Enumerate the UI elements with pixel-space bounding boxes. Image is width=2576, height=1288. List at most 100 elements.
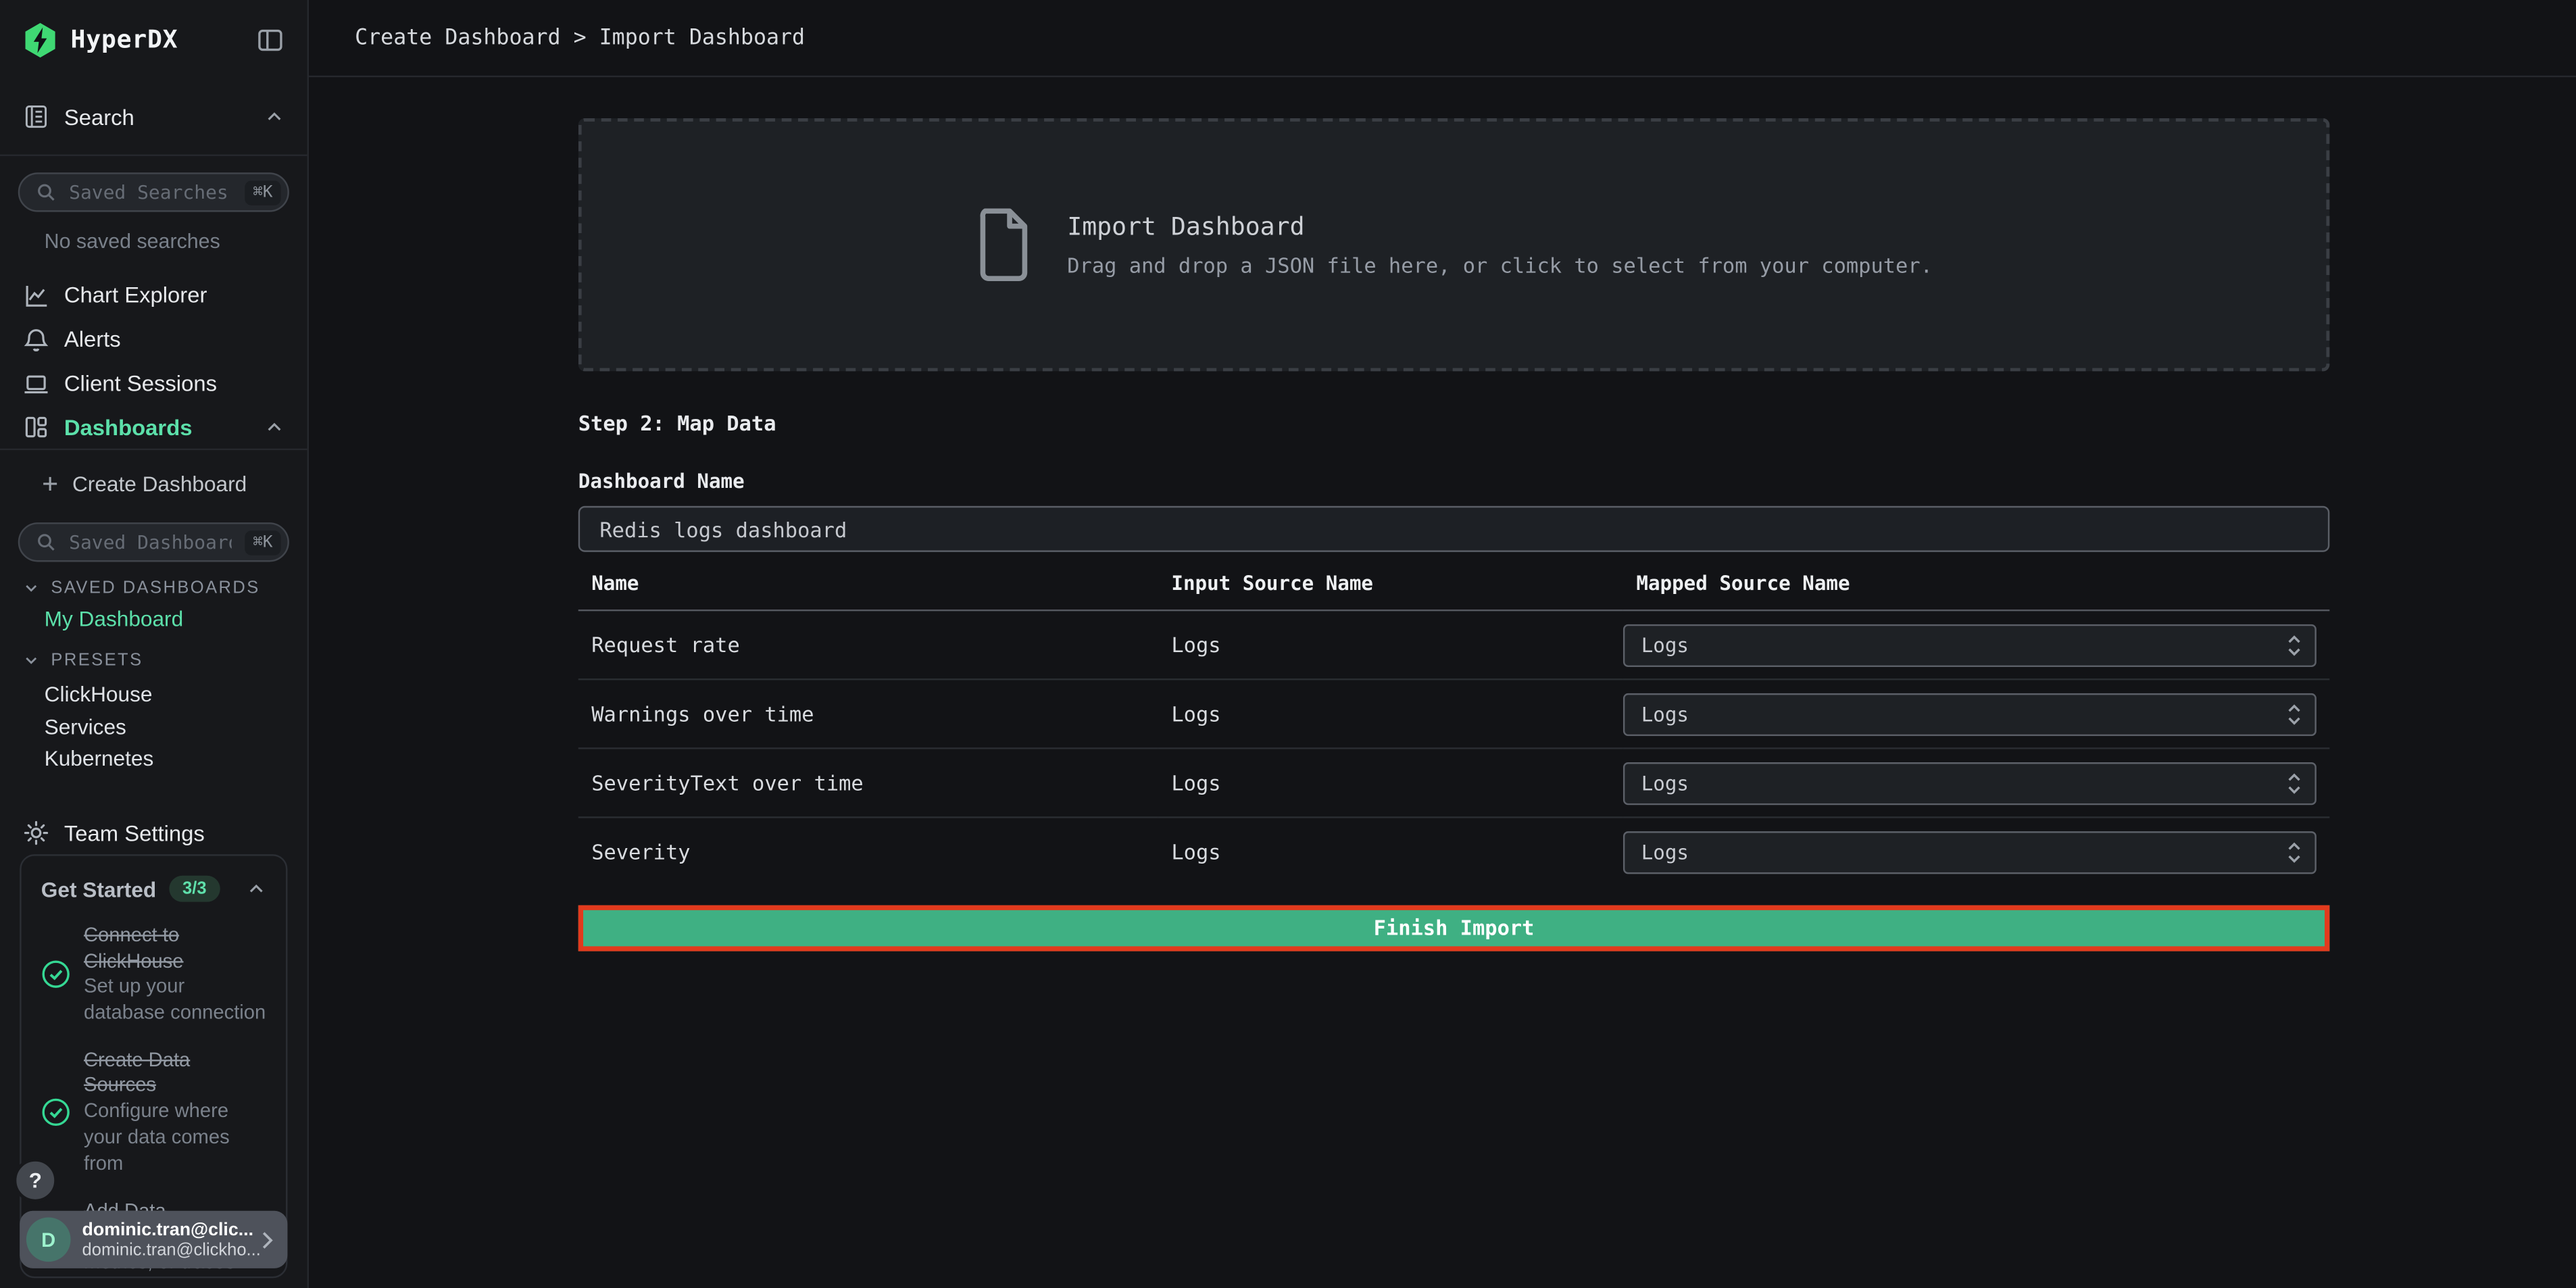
saved-searches-input[interactable]: [66, 179, 234, 205]
cell-name: SeverityText over time: [578, 748, 1158, 817]
sidebar-item-dashboards[interactable]: Dashboards: [0, 405, 307, 450]
sidebar-item-team-settings[interactable]: Team Settings: [0, 811, 307, 856]
sidebar-item-my-dashboard[interactable]: My Dashboard: [0, 601, 307, 635]
sidebar-item-label: Chart Explorer: [64, 282, 284, 307]
chevron-up-icon: [247, 879, 266, 899]
select-stepper-icon: [2287, 633, 2302, 656]
mapped-source-select[interactable]: Logs: [1623, 831, 2317, 874]
import-dashboard-content: Import Dashboard Drag and drop a JSON fi…: [578, 77, 2330, 950]
sidebar-item-label: Client Sessions: [64, 371, 284, 395]
chevron-up-icon: [264, 107, 284, 126]
dashboard-name-input[interactable]: [578, 506, 2330, 552]
chevron-down-icon: [23, 580, 39, 596]
checklist-item: Create Data Sources Configure where your…: [41, 1048, 266, 1177]
select-value: Logs: [1641, 771, 2287, 794]
panel-toggle-icon: [256, 26, 284, 53]
checklist-item-desc: Set up your database connection: [84, 974, 266, 1026]
dashboard-name-label: Dashboard Name: [578, 470, 2330, 493]
cell-input-source: Logs: [1158, 817, 1623, 886]
sidebar-item-services[interactable]: Services: [0, 710, 307, 742]
chevron-right-icon: [262, 1230, 274, 1249]
dashboards-icon: [23, 414, 49, 441]
cell-input-source: Logs: [1158, 610, 1623, 679]
help-button[interactable]: ?: [13, 1158, 57, 1203]
checklist-item: Connect to ClickHouse Set up your databa…: [41, 923, 266, 1026]
sidebar-item-alerts[interactable]: Alerts: [0, 317, 307, 362]
chart-explorer-icon: [23, 282, 49, 308]
select-stepper-icon: [2287, 771, 2302, 794]
table-row: Warnings over time Logs Logs: [578, 679, 2330, 748]
saved-dashboards-section-toggle[interactable]: SAVED DASHBOARDS: [23, 575, 307, 601]
table-header-row: Name Input Source Name Mapped Source Nam…: [578, 572, 2330, 610]
column-header-mapped-source: Mapped Source Name: [1623, 572, 2329, 610]
table-row: SeverityText over time Logs Logs: [578, 748, 2330, 817]
saved-dashboards-input[interactable]: [66, 529, 234, 555]
user-email: dominic.tran@clickho...: [82, 1239, 250, 1259]
sidebar-item-clickhouse[interactable]: ClickHouse: [0, 678, 307, 710]
table-row: Request rate Logs Logs: [578, 610, 2330, 679]
cell-name: Request rate: [578, 610, 1158, 679]
user-menu[interactable]: D dominic.tran@clic... dominic.tran@clic…: [20, 1211, 287, 1268]
sidebar-item-label: Alerts: [64, 327, 284, 351]
shortcut-badge: ⌘K: [245, 530, 281, 554]
search-section-label: Search: [64, 104, 250, 128]
create-dashboard-button[interactable]: Create Dashboard: [0, 462, 307, 506]
check-circle-icon: [41, 960, 71, 990]
get-started-header[interactable]: Get Started 3/3: [41, 876, 266, 902]
plus-icon: [41, 475, 59, 493]
column-header-input-source: Input Source Name: [1158, 572, 1623, 610]
mapped-source-select[interactable]: Logs: [1623, 762, 2317, 804]
search-section-icon: [23, 103, 49, 130]
select-value: Logs: [1641, 841, 2287, 864]
no-saved-searches-text: No saved searches: [45, 230, 307, 253]
hyperdx-logo-icon: [23, 20, 57, 58]
presets-section-toggle[interactable]: PRESETS: [23, 647, 307, 674]
cell-name: Warnings over time: [578, 679, 1158, 748]
file-icon: [975, 207, 1031, 282]
shortcut-badge: ⌘K: [245, 180, 281, 204]
cell-input-source: Logs: [1158, 679, 1623, 748]
bell-icon: [23, 326, 49, 353]
dropzone-text: Import Dashboard Drag and drop a JSON fi…: [1067, 212, 1933, 278]
gear-icon: [23, 820, 49, 846]
chevron-up-icon: [264, 418, 284, 437]
saved-dashboards-search[interactable]: ⌘K: [18, 522, 289, 562]
mapped-source-select[interactable]: Logs: [1623, 693, 2317, 735]
table-row: Severity Logs Logs: [578, 817, 2330, 886]
user-info: dominic.tran@clic... dominic.tran@clickh…: [82, 1220, 250, 1259]
import-dropzone[interactable]: Import Dashboard Drag and drop a JSON fi…: [578, 118, 2330, 371]
user-name: dominic.tran@clic...: [82, 1220, 250, 1239]
cell-name: Severity: [578, 817, 1158, 886]
checklist-item-title: Create Data Sources: [84, 1048, 266, 1099]
main-area: Create Dashboard > Import Dashboard Impo…: [309, 0, 2576, 1288]
brand-name: HyperDX: [71, 24, 178, 54]
team-settings-label: Team Settings: [64, 820, 205, 845]
avatar: D: [26, 1217, 71, 1262]
app: HyperDX Search ⌘K No saved sea: [0, 0, 2576, 1288]
section-label: PRESETS: [51, 651, 143, 670]
topbar: Create Dashboard > Import Dashboard: [309, 0, 2576, 77]
laptop-icon: [23, 370, 49, 397]
sidebar-item-chart-explorer[interactable]: Chart Explorer: [0, 273, 307, 318]
finish-import-button[interactable]: Finish Import: [578, 904, 2330, 950]
mapped-source-select[interactable]: Logs: [1623, 624, 2317, 666]
saved-searches-search[interactable]: ⌘K: [18, 172, 289, 212]
progress-badge: 3/3: [170, 876, 220, 902]
sidebar-item-kubernetes[interactable]: Kubernetes: [0, 743, 307, 774]
sidebar-item-search[interactable]: Search: [0, 79, 307, 156]
check-circle-icon: [41, 1097, 71, 1127]
sidebar: HyperDX Search ⌘K No saved sea: [0, 0, 309, 1288]
brand[interactable]: HyperDX: [23, 20, 178, 58]
breadcrumb: Create Dashboard > Import Dashboard: [355, 26, 805, 50]
section-label: SAVED DASHBOARDS: [51, 578, 259, 598]
create-dashboard-label: Create Dashboard: [72, 472, 247, 496]
chevron-down-icon: [23, 652, 39, 668]
sidebar-item-label: Dashboards: [64, 415, 250, 439]
sidebar-item-client-sessions[interactable]: Client Sessions: [0, 362, 307, 406]
select-stepper-icon: [2287, 841, 2302, 864]
collapse-sidebar-button[interactable]: [256, 26, 284, 53]
select-value: Logs: [1641, 633, 2287, 656]
sidebar-nav: Chart Explorer Alerts Client Sessions Da…: [0, 273, 307, 451]
mapping-table: Name Input Source Name Mapped Source Nam…: [578, 572, 2330, 887]
column-header-name: Name: [578, 572, 1158, 610]
